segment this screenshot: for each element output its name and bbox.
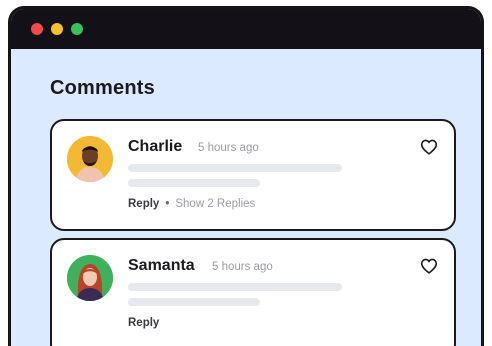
show-replies-button[interactable]: Show 2 Replies (175, 198, 255, 210)
page-title: Comments (50, 77, 155, 99)
comment-actions: Reply (128, 317, 159, 329)
actions-separator: • (165, 198, 170, 210)
heart-icon[interactable] (420, 139, 438, 155)
avatar[interactable] (67, 255, 113, 301)
comment-actions: Reply • Show 2 Replies (128, 198, 255, 210)
reply-button[interactable]: Reply (128, 317, 159, 329)
comment-card: Samanta 5 hours ago Reply (50, 238, 456, 346)
window-titlebar (11, 9, 481, 49)
browser-window: Comments Charlie 5 hours ago Reply • Sho… (8, 6, 484, 346)
comment-text-placeholder (128, 298, 260, 306)
avatar-person-icon (67, 255, 113, 301)
reply-button[interactable]: Reply (128, 198, 159, 210)
close-window-button[interactable] (31, 23, 43, 35)
minimize-window-button[interactable] (51, 23, 63, 35)
comment-text-placeholder (128, 179, 260, 187)
comment-timestamp: 5 hours ago (212, 261, 273, 273)
avatar[interactable] (67, 136, 113, 182)
comment-text-placeholder (128, 164, 342, 172)
maximize-window-button[interactable] (71, 23, 83, 35)
comment-author[interactable]: Charlie (128, 138, 182, 156)
heart-icon[interactable] (420, 258, 438, 274)
avatar-person-icon (67, 136, 113, 182)
comment-author[interactable]: Samanta (128, 257, 195, 275)
comment-timestamp: 5 hours ago (198, 142, 259, 154)
comment-text-placeholder (128, 283, 342, 291)
comment-card: Charlie 5 hours ago Reply • Show 2 Repli… (50, 119, 456, 231)
